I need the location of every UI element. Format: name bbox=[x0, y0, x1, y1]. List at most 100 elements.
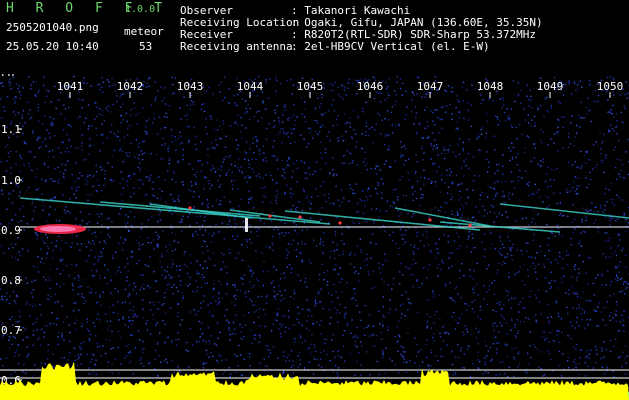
noise-dot bbox=[293, 289, 295, 292]
noise-dot bbox=[9, 78, 11, 81]
noise-dot bbox=[399, 153, 402, 156]
noise-dot bbox=[96, 213, 99, 215]
noise-dot bbox=[36, 329, 38, 331]
noise-dot bbox=[338, 254, 340, 257]
noise-dot bbox=[231, 180, 233, 182]
noise-dot bbox=[259, 308, 261, 310]
noise-dot bbox=[597, 100, 599, 102]
noise-dot bbox=[337, 367, 340, 369]
noise-dot bbox=[609, 220, 611, 222]
noise-dot bbox=[78, 279, 80, 281]
noise-dot bbox=[463, 117, 465, 120]
noise-dot bbox=[565, 292, 567, 294]
noise-dot bbox=[156, 197, 159, 200]
noise-dot bbox=[337, 355, 340, 357]
noise-dot bbox=[32, 200, 34, 202]
noise-dot bbox=[14, 351, 17, 354]
noise-dot bbox=[301, 240, 303, 243]
noise-dot bbox=[444, 89, 446, 91]
noise-dot bbox=[243, 228, 245, 231]
noise-dot bbox=[47, 247, 50, 250]
noise-dot bbox=[27, 113, 29, 115]
noise-dot bbox=[388, 145, 390, 147]
noise-dot bbox=[614, 250, 617, 253]
noise-dot bbox=[378, 373, 381, 375]
noise-dot bbox=[306, 320, 308, 322]
noise-dot bbox=[252, 142, 254, 144]
noise-dot bbox=[122, 178, 124, 180]
noise-dot bbox=[201, 203, 203, 205]
noise-dot bbox=[595, 166, 597, 168]
noise-dot bbox=[511, 319, 513, 321]
noise-dot bbox=[563, 275, 565, 277]
noise-dot bbox=[101, 76, 103, 79]
noise-dot bbox=[127, 270, 129, 273]
noise-dot bbox=[37, 91, 40, 93]
noise-dot bbox=[426, 313, 428, 315]
noise-dot bbox=[517, 82, 520, 84]
noise-dot bbox=[278, 233, 281, 235]
noise-dot bbox=[590, 120, 592, 123]
noise-dot bbox=[314, 301, 316, 303]
noise-dot bbox=[69, 331, 71, 334]
noise-dot bbox=[283, 177, 286, 179]
noise-dot bbox=[163, 303, 165, 305]
noise-dot bbox=[419, 204, 421, 207]
noise-dot bbox=[19, 315, 21, 318]
noise-dot bbox=[198, 320, 200, 323]
noise-dot bbox=[122, 103, 124, 105]
noise-dot bbox=[578, 304, 580, 306]
noise-dot bbox=[292, 360, 294, 363]
noise-dot bbox=[521, 253, 524, 256]
noise-dot bbox=[288, 117, 290, 119]
noise-dot bbox=[221, 222, 224, 224]
noise-dot bbox=[160, 128, 162, 130]
noise-dot bbox=[533, 87, 535, 89]
noise-dot bbox=[166, 270, 168, 273]
noise-dot bbox=[229, 373, 232, 375]
noise-dot bbox=[213, 146, 215, 149]
noise-dot bbox=[548, 250, 550, 252]
noise-dot bbox=[626, 97, 629, 99]
noise-dot bbox=[213, 128, 215, 131]
noise-dot bbox=[378, 267, 381, 269]
noise-dot bbox=[502, 154, 504, 156]
noise-dot bbox=[40, 261, 42, 263]
noise-dot bbox=[22, 339, 24, 341]
noise-dot bbox=[284, 276, 286, 279]
noise-dot bbox=[146, 319, 149, 322]
noise-dot bbox=[593, 294, 596, 296]
noise-dot bbox=[350, 252, 352, 254]
noise-dot bbox=[262, 270, 265, 273]
noise-dot bbox=[573, 361, 575, 363]
noise-dot bbox=[196, 222, 198, 224]
noise-dot bbox=[100, 251, 102, 253]
noise-dot bbox=[29, 304, 31, 306]
noise-dot bbox=[165, 246, 167, 248]
noise-dot bbox=[402, 356, 404, 358]
noise-dot bbox=[581, 318, 583, 321]
noise-dot bbox=[69, 124, 71, 127]
noise-dot bbox=[508, 298, 510, 301]
noise-dot bbox=[430, 352, 432, 354]
noise-dot bbox=[443, 234, 445, 236]
noise-dot bbox=[48, 150, 51, 153]
noise-dot bbox=[540, 128, 542, 131]
noise-dot bbox=[88, 153, 90, 155]
noise-dot bbox=[414, 337, 416, 339]
noise-dot bbox=[171, 276, 173, 278]
noise-dot bbox=[249, 176, 252, 178]
noise-dot bbox=[171, 227, 173, 229]
noise-dot bbox=[95, 373, 97, 376]
noise-dot bbox=[517, 93, 520, 96]
noise-dot bbox=[337, 350, 339, 352]
noise-dot bbox=[38, 89, 41, 91]
noise-dot bbox=[548, 323, 550, 325]
noise-dot bbox=[248, 198, 250, 200]
noise-dot bbox=[1, 82, 3, 84]
noise-dot bbox=[276, 105, 278, 107]
noise-dot bbox=[42, 200, 44, 203]
noise-dot bbox=[200, 286, 203, 289]
noise-dot bbox=[340, 201, 343, 203]
noise-dot bbox=[496, 348, 498, 351]
